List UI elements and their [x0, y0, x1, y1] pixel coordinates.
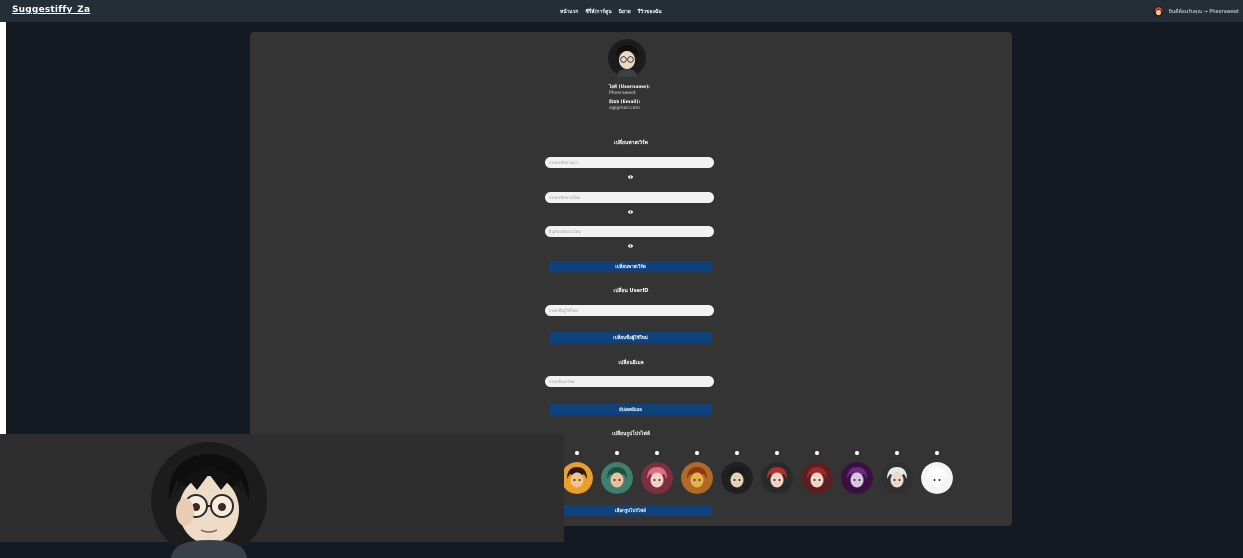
- avatar-radio[interactable]: [815, 451, 819, 455]
- avatar-radio[interactable]: [695, 451, 699, 455]
- change-userid-title: เปลี่ยน UserID: [613, 288, 649, 294]
- avatar-option[interactable]: [561, 450, 595, 500]
- avatar-option[interactable]: [921, 450, 955, 500]
- avatar-radio[interactable]: [575, 451, 579, 455]
- red-hair-girl-avatar[interactable]: [801, 462, 833, 494]
- select-avatar-button[interactable]: เลือกรูปโปรไฟล์: [549, 505, 712, 516]
- eye-icon[interactable]: [628, 175, 633, 179]
- top-navbar: Suggestiffy_Za หน้าแรก ซีรี่ส์/การ์ตูน น…: [0, 0, 1243, 22]
- user-welcome-text[interactable]: ยินดีต้อนรับคุณ → Pheeraweet: [1169, 8, 1239, 16]
- avatar-option[interactable]: [841, 450, 875, 500]
- avatar-option[interactable]: [681, 450, 715, 500]
- burger-avatar[interactable]: [681, 462, 713, 494]
- green-hooded-avatar[interactable]: [601, 462, 633, 494]
- avatar-radio[interactable]: [655, 451, 659, 455]
- brand-logo-link[interactable]: Suggestiffy_Za: [12, 5, 90, 15]
- eye-icon[interactable]: [628, 244, 633, 248]
- avatar-option[interactable]: [601, 450, 635, 500]
- new-userid-input[interactable]: [545, 305, 714, 316]
- avatar-option[interactable]: [641, 450, 675, 500]
- profile-info: ไอดี (Username): Pheeraweet อีเมล (Email…: [609, 85, 650, 115]
- nav-novel[interactable]: นิยาย: [619, 8, 631, 16]
- lucky-cat-avatar[interactable]: [921, 462, 953, 494]
- main-nav: หน้าแรก ซีรี่ส์/การ์ตูน นิยาย รีวิวของฉั…: [560, 8, 662, 16]
- red-hair-boy-avatar[interactable]: [761, 462, 793, 494]
- user-avatar-icon: [1152, 6, 1164, 17]
- avatar-radio[interactable]: [735, 451, 739, 455]
- new-email-input[interactable]: [545, 376, 714, 387]
- username-value: Pheeraweet: [609, 91, 636, 96]
- pink-hair-avatar[interactable]: [641, 462, 673, 494]
- change-password-title: เปลี่ยนพาสเวิร์ด: [614, 140, 648, 146]
- nav-my-reviews[interactable]: รีวิวของฉัน: [638, 8, 662, 16]
- white-hair-avatar[interactable]: [881, 462, 913, 494]
- orange-character-avatar[interactable]: [561, 462, 593, 494]
- new-password-input[interactable]: [545, 192, 714, 203]
- purple-cloak-avatar[interactable]: [841, 462, 873, 494]
- eye-icon[interactable]: [628, 210, 633, 214]
- avatar-radio[interactable]: [935, 451, 939, 455]
- avatar-option[interactable]: [721, 450, 755, 500]
- avatar-radio[interactable]: [895, 451, 899, 455]
- avatar-option[interactable]: [881, 450, 915, 500]
- profile-avatar: [608, 39, 646, 77]
- change-password-button[interactable]: เปลี่ยนพาสเวิร์ด: [549, 261, 712, 272]
- glasses-boy-avatar[interactable]: [721, 462, 753, 494]
- avatar-options: [561, 450, 953, 500]
- nav-series[interactable]: ซีรี่ส์/การ์ตูน: [585, 8, 611, 16]
- change-userid-button[interactable]: เปลี่ยนชื่อผู้ใช้ใหม่: [549, 332, 712, 343]
- avatar-radio[interactable]: [775, 451, 779, 455]
- avatar-radio[interactable]: [855, 451, 859, 455]
- change-email-title: เปลี่ยนอีเมล: [618, 360, 644, 366]
- user-menu[interactable]: ยินดีต้อนรับคุณ → Pheeraweet: [1152, 6, 1239, 17]
- confirm-password-input[interactable]: [545, 226, 714, 237]
- avatar-option[interactable]: [801, 450, 835, 500]
- avatar-radio[interactable]: [615, 451, 619, 455]
- avatar-preview-overlay: [0, 434, 564, 558]
- current-password-input[interactable]: [545, 157, 714, 168]
- avatar-option[interactable]: [761, 450, 795, 500]
- update-email-button[interactable]: อัปเดตอีเมล: [549, 404, 712, 415]
- nav-home[interactable]: หน้าแรก: [560, 8, 578, 16]
- email-value: a@gmail.com: [609, 106, 640, 111]
- large-avatar-preview: [151, 442, 267, 558]
